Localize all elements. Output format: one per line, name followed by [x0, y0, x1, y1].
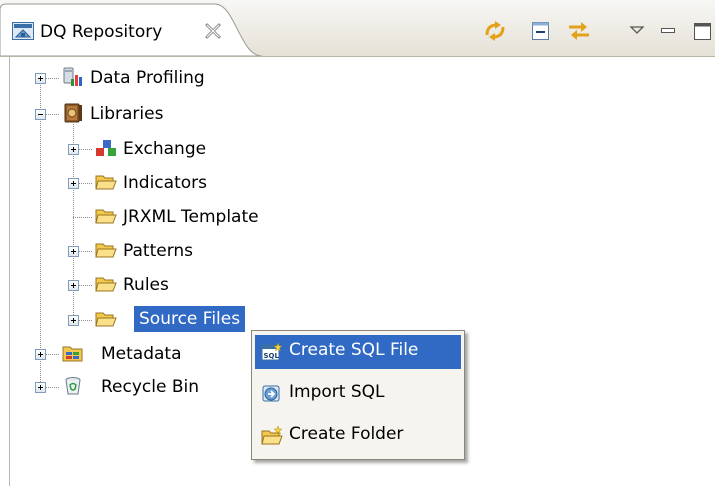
menu-item-label: Create Folder: [289, 424, 404, 444]
data-profiling-icon: [63, 67, 82, 86]
sync-icon[interactable]: [482, 19, 508, 43]
tree-node-label: Exchange: [123, 139, 207, 159]
exchange-icon: [96, 140, 116, 156]
menu-item-create-folder[interactable]: Create Folder: [255, 419, 461, 453]
tab-title: DQ Repository: [40, 22, 163, 42]
recycle-bin-icon: [65, 377, 81, 395]
tree-node-label: Indicators: [123, 173, 207, 193]
maximize-icon[interactable]: [690, 19, 715, 43]
sql-file-icon: SQL: [261, 342, 283, 361]
folder-icon: [95, 209, 117, 224]
metadata-icon: [62, 346, 83, 362]
expand-icon[interactable]: [35, 382, 46, 393]
expand-icon[interactable]: [35, 73, 46, 84]
dq-repository-tab[interactable]: DQ Repository: [0, 0, 262, 56]
folder-icon: [95, 277, 117, 292]
expand-icon[interactable]: [68, 315, 79, 326]
import-sql-icon: [262, 385, 280, 402]
close-icon[interactable]: [203, 21, 223, 41]
menu-item-label: Import SQL: [289, 382, 385, 402]
repository-icon: [12, 22, 34, 40]
folder-icon: [95, 243, 117, 258]
tree-node-label: Patterns: [123, 241, 194, 261]
context-menu: SQL Create SQL File Import SQL Create Fo…: [251, 330, 465, 460]
expand-icon[interactable]: [68, 246, 79, 257]
folder-icon: [95, 312, 117, 327]
tree-node-label: Data Profiling: [90, 68, 205, 88]
tree-node-label: Libraries: [90, 104, 164, 124]
tree-guide: [73, 217, 92, 218]
new-folder-icon: [261, 426, 283, 445]
menu-item-label: Create SQL File: [289, 340, 419, 360]
view-toolbar: DQ Repository: [0, 0, 715, 57]
minimize-icon[interactable]: [656, 19, 682, 43]
tree-node-label: Source Files: [134, 306, 246, 332]
tree-node-label: JRXML Template: [123, 207, 259, 227]
menu-item-import-sql[interactable]: Import SQL: [255, 377, 461, 411]
svg-text:SQL: SQL: [264, 352, 280, 360]
view-left-border: [9, 57, 10, 486]
expand-icon[interactable]: [35, 349, 46, 360]
tree-node-label: Recycle Bin: [101, 377, 200, 397]
libraries-icon: [64, 103, 82, 123]
folder-icon: [95, 175, 117, 190]
link-with-editor-icon[interactable]: [566, 19, 592, 43]
expand-icon[interactable]: [68, 144, 79, 155]
collapse-all-icon[interactable]: [528, 19, 554, 43]
tree-node-label: Metadata: [101, 344, 182, 364]
collapse-icon[interactable]: [35, 109, 46, 120]
expand-icon[interactable]: [68, 280, 79, 291]
view-menu-icon[interactable]: [625, 19, 651, 43]
expand-icon[interactable]: [68, 178, 79, 189]
tree-guide: [40, 78, 41, 390]
menu-item-create-sql-file[interactable]: SQL Create SQL File: [255, 335, 461, 369]
tree-node-label: Rules: [123, 275, 169, 295]
